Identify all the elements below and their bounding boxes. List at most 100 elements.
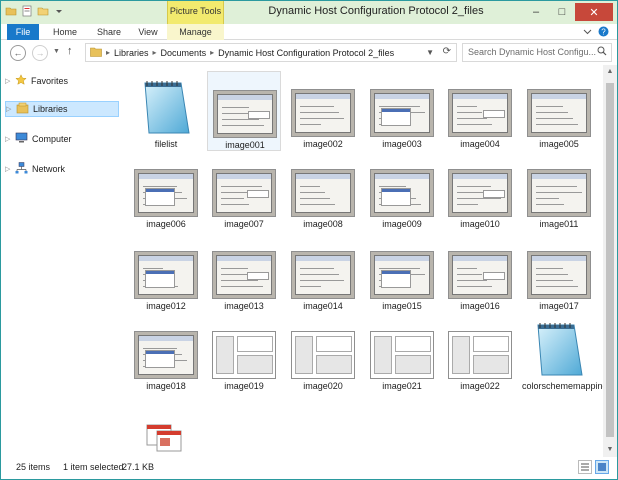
scroll-up-icon[interactable]: ▲ <box>603 65 617 79</box>
close-button[interactable]: ✕ <box>575 3 613 21</box>
tab-view[interactable]: View <box>131 24 165 40</box>
maximize-button[interactable]: □ <box>549 3 575 21</box>
file-item[interactable]: image002 <box>286 71 360 151</box>
nav-item-network[interactable]: ▷ Network <box>5 161 65 177</box>
file-item[interactable]: image018 <box>129 313 203 393</box>
breadcrumb-separator-icon: ▸ <box>106 48 111 57</box>
breadcrumb-separator-icon: ▸ <box>152 48 157 57</box>
file-item[interactable]: image020 <box>286 313 360 393</box>
refresh-icon[interactable]: ⟳ <box>443 46 451 57</box>
up-button[interactable]: ↑ <box>67 45 73 57</box>
file-item[interactable]: image006 <box>129 151 203 231</box>
customize-dropdown-icon[interactable] <box>53 5 65 17</box>
large-icons-view-button[interactable] <box>595 460 609 474</box>
ribbon-right-controls: ? <box>583 26 609 39</box>
recent-locations-icon[interactable]: ▼ <box>53 48 60 55</box>
folder-icon[interactable] <box>5 5 17 17</box>
image-thumbnail <box>212 169 276 217</box>
image-thumbnail <box>291 89 355 137</box>
file-item[interactable]: image017 <box>522 233 596 313</box>
quick-access-toolbar <box>5 5 65 17</box>
image-thumbnail <box>448 331 512 379</box>
nav-item-libraries[interactable]: ▷ Libraries <box>5 101 119 117</box>
file-item[interactable]: image015 <box>365 233 439 313</box>
file-item[interactable]: filelist <box>129 71 203 151</box>
window-controls: – □ ✕ <box>523 3 613 21</box>
network-icon <box>15 162 28 176</box>
image-thumbnail <box>527 169 591 217</box>
scroll-down-icon[interactable]: ▼ <box>603 443 617 457</box>
expand-chevron-icon[interactable]: ▷ <box>6 105 12 113</box>
file-name: image011 <box>539 219 579 229</box>
tab-manage[interactable]: Manage <box>167 24 224 40</box>
address-row: ← → ▼ ↑ ▸ Libraries ▸ Documents ▸ Dynami… <box>1 41 617 65</box>
expand-ribbon-icon[interactable] <box>583 27 592 38</box>
expand-chevron-icon[interactable]: ▷ <box>5 165 11 173</box>
search-input[interactable]: Search Dynamic Host Configu... <box>468 47 596 57</box>
tab-share[interactable]: Share <box>89 24 129 40</box>
details-view-icon <box>581 463 589 471</box>
large-icons-view-icon <box>598 463 606 471</box>
file-item[interactable]: image007 <box>207 151 281 231</box>
file-item[interactable]: image008 <box>286 151 360 231</box>
file-item[interactable]: image009 <box>365 151 439 231</box>
minimize-button[interactable]: – <box>523 3 549 21</box>
file-item[interactable]: image022 <box>443 313 517 393</box>
image-thumbnail <box>134 331 198 379</box>
back-button[interactable]: ← <box>10 45 26 61</box>
address-bar[interactable]: ▸ Libraries ▸ Documents ▸ Dynamic Host C… <box>85 43 457 62</box>
libraries-icon <box>16 102 29 116</box>
file-item[interactable]: colorschememapping <box>522 313 603 393</box>
image-thumbnail <box>527 89 591 137</box>
expand-chevron-icon[interactable]: ▷ <box>5 77 11 85</box>
file-item[interactable]: image014 <box>286 233 360 313</box>
view-switcher <box>578 460 609 474</box>
help-icon[interactable]: ? <box>598 26 609 39</box>
file-name: image006 <box>146 219 186 229</box>
search-box[interactable]: Search Dynamic Host Configu... <box>462 43 612 62</box>
breadcrumb-current-folder[interactable]: Dynamic Host Configuration Protocol 2_fi… <box>218 48 394 58</box>
item-count: 25 items <box>16 462 51 472</box>
file-item[interactable]: image005 <box>522 71 596 151</box>
vertical-scrollbar[interactable]: ▲ ▼ <box>603 65 617 457</box>
file-item[interactable]: image012 <box>129 233 203 313</box>
file-item[interactable]: image019 <box>207 313 281 393</box>
image-thumbnail <box>448 89 512 137</box>
new-folder-icon[interactable] <box>37 5 49 17</box>
breadcrumb-libraries[interactable]: Libraries <box>114 48 149 58</box>
computer-icon <box>15 132 28 146</box>
file-item[interactable]: image004 <box>443 71 517 151</box>
forward-button[interactable]: → <box>32 45 48 61</box>
nav-item-computer[interactable]: ▷ Computer <box>5 131 72 147</box>
image-thumbnail <box>134 251 198 299</box>
window-title: Dynamic Host Configuration Protocol 2_fi… <box>268 5 484 17</box>
properties-icon[interactable] <box>21 5 33 17</box>
file-name: image019 <box>224 381 264 391</box>
file-item[interactable]: image001 <box>207 71 281 151</box>
file-item[interactable]: image013 <box>207 233 281 313</box>
selection-count: 1 item selected <box>63 462 124 472</box>
image-thumbnail <box>291 169 355 217</box>
tab-file[interactable]: File <box>7 24 39 40</box>
file-item[interactable]: image003 <box>365 71 439 151</box>
image-thumbnail <box>291 251 355 299</box>
details-view-button[interactable] <box>578 460 592 474</box>
file-name: image008 <box>303 219 343 229</box>
file-list: filelist image001 image002 image003 image004… <box>123 65 603 457</box>
scrollbar-thumb[interactable] <box>606 83 614 437</box>
file-item[interactable]: image010 <box>443 151 517 231</box>
breadcrumb-documents[interactable]: Documents <box>161 48 207 58</box>
file-name: image007 <box>224 219 264 229</box>
file-item[interactable]: image011 <box>522 151 596 231</box>
expand-chevron-icon[interactable]: ▷ <box>5 135 11 143</box>
nav-item-favorites[interactable]: ▷ Favorites <box>5 73 68 89</box>
file-name: image001 <box>225 140 265 150</box>
search-icon[interactable] <box>597 46 607 59</box>
file-item[interactable]: image016 <box>443 233 517 313</box>
file-item[interactable] <box>129 395 203 457</box>
back-arrow-icon: ← <box>13 48 23 58</box>
tab-home[interactable]: Home <box>45 24 85 40</box>
file-name: image003 <box>382 139 422 149</box>
file-item[interactable]: image021 <box>365 313 439 393</box>
address-dropdown-icon[interactable]: ▼ <box>426 48 434 57</box>
